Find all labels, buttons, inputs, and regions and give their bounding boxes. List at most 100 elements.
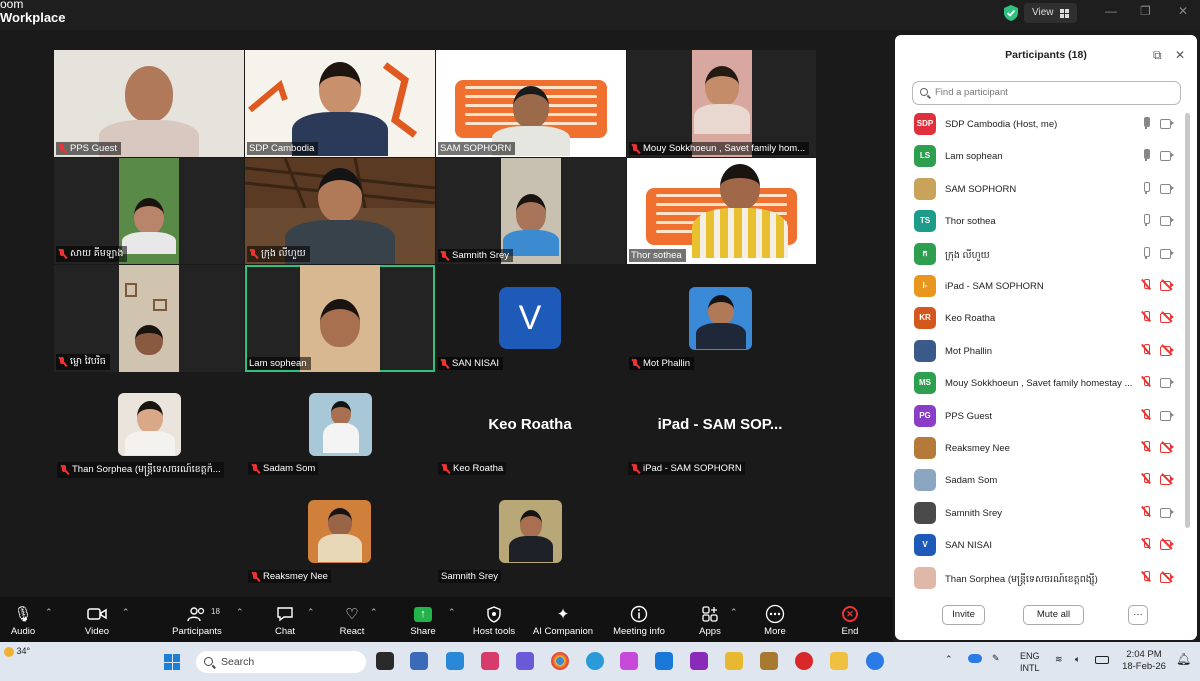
video-tile[interactable]: PPS Guest bbox=[54, 50, 244, 157]
wifi-icon[interactable]: ≋ bbox=[1055, 654, 1063, 665]
video-icon[interactable] bbox=[1160, 215, 1174, 227]
chrome-icon[interactable] bbox=[551, 652, 569, 670]
participant-row[interactable]: Reaksmey Nee bbox=[895, 434, 1185, 466]
windows-start-icon[interactable] bbox=[164, 654, 180, 670]
video-tile[interactable]: SDP Cambodia bbox=[245, 50, 435, 157]
mic-muted-icon[interactable] bbox=[1142, 311, 1150, 323]
participant-row[interactable]: LS Lam sophean bbox=[895, 142, 1185, 174]
mic-muted-icon[interactable] bbox=[1142, 473, 1150, 485]
outlook-icon[interactable] bbox=[655, 652, 673, 670]
video-off-icon[interactable] bbox=[1160, 441, 1174, 453]
video-icon[interactable] bbox=[1160, 377, 1174, 389]
telegram-icon[interactable] bbox=[586, 652, 604, 670]
participant-row[interactable]: SDP SDP Cambodia (Host, me) bbox=[895, 110, 1185, 142]
close-window-icon[interactable]: ✕ bbox=[1178, 4, 1188, 18]
mic-muted-icon[interactable] bbox=[1142, 570, 1150, 583]
participant-row[interactable]: SAM SOPHORN bbox=[895, 175, 1185, 207]
video-tile[interactable]: Mot Phallin bbox=[627, 265, 816, 372]
participant-row[interactable]: Sadam Som bbox=[895, 466, 1185, 498]
snipping-tool-icon[interactable] bbox=[481, 652, 499, 670]
mic-muted-icon[interactable] bbox=[1142, 538, 1150, 550]
video-off-icon[interactable] bbox=[1160, 344, 1174, 356]
close-panel-icon[interactable]: ✕ bbox=[1175, 48, 1185, 62]
participant-row[interactable]: Samnith Srey bbox=[895, 499, 1185, 531]
app-icon[interactable] bbox=[410, 652, 428, 670]
mic-icon[interactable] bbox=[1142, 181, 1150, 194]
participant-row[interactable]: ក ក្រុ​ង លីហួយ bbox=[895, 240, 1185, 272]
video-off-icon[interactable] bbox=[1160, 279, 1174, 291]
video-tile[interactable]: ម្លោ វៃបរិធ bbox=[54, 265, 244, 372]
meeting-info-button[interactable]: Meeting info bbox=[604, 603, 674, 637]
mic-icon[interactable] bbox=[1142, 117, 1150, 129]
participants-button[interactable]: Participants bbox=[162, 603, 232, 637]
video-icon[interactable] bbox=[1160, 150, 1174, 162]
mic-icon[interactable] bbox=[1142, 149, 1150, 162]
video-icon[interactable] bbox=[1160, 507, 1174, 518]
participant-list-scrollbar[interactable] bbox=[1185, 113, 1190, 528]
task-view-icon[interactable] bbox=[376, 652, 394, 670]
video-off-icon[interactable] bbox=[1160, 538, 1174, 551]
speaker-icon[interactable]: 🔈︎ bbox=[1075, 654, 1080, 665]
host-tools-button[interactable]: Host tools bbox=[459, 603, 529, 637]
apps-options-caret[interactable]: ⌃ bbox=[730, 607, 738, 618]
battery-icon[interactable] bbox=[1095, 656, 1109, 664]
archive-app-icon[interactable] bbox=[760, 652, 778, 670]
participant-search-input[interactable]: Find a participant bbox=[912, 81, 1181, 105]
more-button[interactable]: More bbox=[740, 603, 810, 637]
zoom-app-icon[interactable] bbox=[866, 652, 884, 670]
security-shield-icon[interactable] bbox=[1002, 4, 1020, 22]
tray-chevron-icon[interactable]: ⌃ bbox=[945, 654, 953, 665]
pop-out-icon[interactable]: ⧉ bbox=[1153, 48, 1162, 63]
mic-icon[interactable] bbox=[1142, 246, 1150, 259]
minimize-icon[interactable]: — bbox=[1105, 4, 1117, 18]
video-off-icon[interactable] bbox=[1160, 571, 1174, 583]
teams-icon[interactable] bbox=[516, 652, 534, 670]
react-options-caret[interactable]: ⌃ bbox=[370, 607, 378, 618]
mic-muted-icon[interactable] bbox=[1142, 376, 1150, 388]
mic-muted-icon[interactable] bbox=[1142, 408, 1150, 421]
video-off-icon[interactable] bbox=[1160, 473, 1174, 486]
video-icon[interactable] bbox=[1160, 248, 1174, 259]
video-off-icon[interactable] bbox=[1160, 311, 1174, 324]
participant-row[interactable]: Than Sorphea (មន្ត្រីទេសចរណ៍ខេត្តពង្ស៊ី) bbox=[895, 564, 1185, 596]
participant-row[interactable]: TS Thor sothea bbox=[895, 207, 1185, 239]
mic-icon[interactable] bbox=[1142, 214, 1150, 227]
copilot-icon[interactable] bbox=[620, 652, 638, 670]
participant-row[interactable]: V SAN NISAI bbox=[895, 531, 1185, 563]
mic-muted-icon[interactable] bbox=[1142, 441, 1150, 453]
video-tile[interactable]: V SAN NISAI bbox=[436, 265, 626, 372]
maximize-icon[interactable]: ❐ bbox=[1140, 4, 1151, 18]
ai-companion-button[interactable]: ✦ AI Companion bbox=[528, 603, 598, 637]
notification-bell-icon[interactable]: 🔔︎ bbox=[1176, 652, 1191, 666]
participant-row[interactable]: MS Mouy Sokkhoeun , Savet family homestay… bbox=[895, 369, 1185, 401]
clock[interactable]: 2:04 PM 18-Feb-26 bbox=[1120, 649, 1168, 673]
participants-options-caret[interactable]: ⌃ bbox=[236, 607, 244, 618]
calendar-app-icon[interactable] bbox=[446, 652, 464, 670]
mic-muted-icon[interactable] bbox=[1142, 279, 1150, 291]
taskbar-search[interactable]: Search bbox=[196, 651, 366, 673]
video-tile[interactable]: ក្រុ​ង លីហួយ bbox=[245, 158, 435, 264]
pen-icon[interactable]: ✎ bbox=[992, 653, 1000, 664]
end-meeting-button[interactable]: ✕ End bbox=[815, 603, 885, 637]
video-tile[interactable]: Thor sothea bbox=[627, 158, 816, 264]
video-tile[interactable]: SAM SOPHORN bbox=[436, 50, 626, 157]
participant-row[interactable]: KR Keo Roatha bbox=[895, 304, 1185, 336]
video-icon[interactable] bbox=[1160, 183, 1174, 194]
invite-button[interactable]: Invite bbox=[942, 605, 985, 625]
share-options-caret[interactable]: ⌃ bbox=[448, 607, 456, 618]
video-tile[interactable]: សាយ គីមឡាង bbox=[54, 158, 244, 264]
video-tile[interactable]: Mouy Sokkhoeun , Savet family hom... bbox=[627, 50, 816, 157]
participant-row[interactable]: Mot Phallin bbox=[895, 337, 1185, 369]
onenote-icon[interactable] bbox=[690, 652, 708, 670]
opera-icon[interactable] bbox=[795, 652, 813, 670]
participant-row[interactable]: PG PPS Guest bbox=[895, 402, 1185, 434]
video-icon[interactable] bbox=[1160, 410, 1174, 421]
participant-row[interactable]: I-iPad - SAM SOPHORN bbox=[895, 272, 1185, 304]
video-tile-active-speaker[interactable]: Lam sophean bbox=[245, 265, 435, 372]
mute-all-button[interactable]: Mute all bbox=[1023, 605, 1084, 625]
panel-more-button[interactable]: ··· bbox=[1128, 605, 1148, 625]
view-button[interactable]: View bbox=[1024, 3, 1077, 23]
file-explorer-icon[interactable] bbox=[830, 652, 848, 670]
video-options-caret[interactable]: ⌃ bbox=[122, 607, 130, 618]
weather-widget[interactable]: 34° bbox=[4, 646, 30, 657]
